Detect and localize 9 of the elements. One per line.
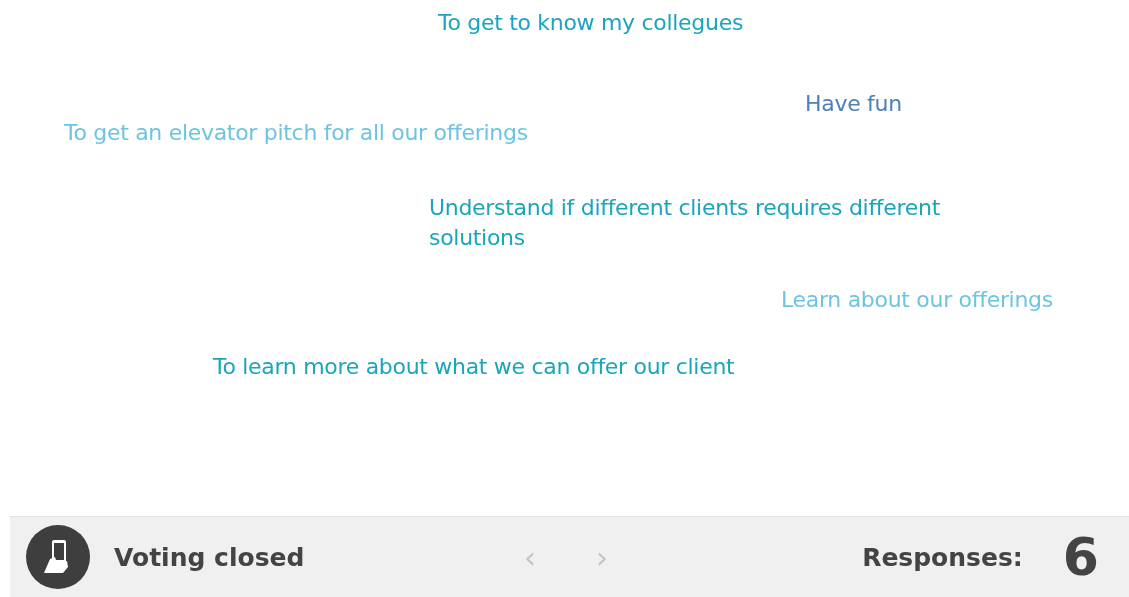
response-text: Learn about our offerings (781, 286, 1053, 314)
response-text: To get an elevator pitch for all our offerings (64, 119, 528, 147)
response-text: Understand if different clients requires different solutions (429, 194, 941, 252)
response-text: To get to know my collegues (438, 9, 744, 37)
response-text: To learn more about what we can offer our client (213, 353, 735, 381)
responses-label: Responses: (862, 542, 1023, 572)
response-text: Have fun (805, 90, 902, 118)
responses-count: 6 (1062, 527, 1099, 587)
voting-status: Voting closed (114, 542, 306, 572)
